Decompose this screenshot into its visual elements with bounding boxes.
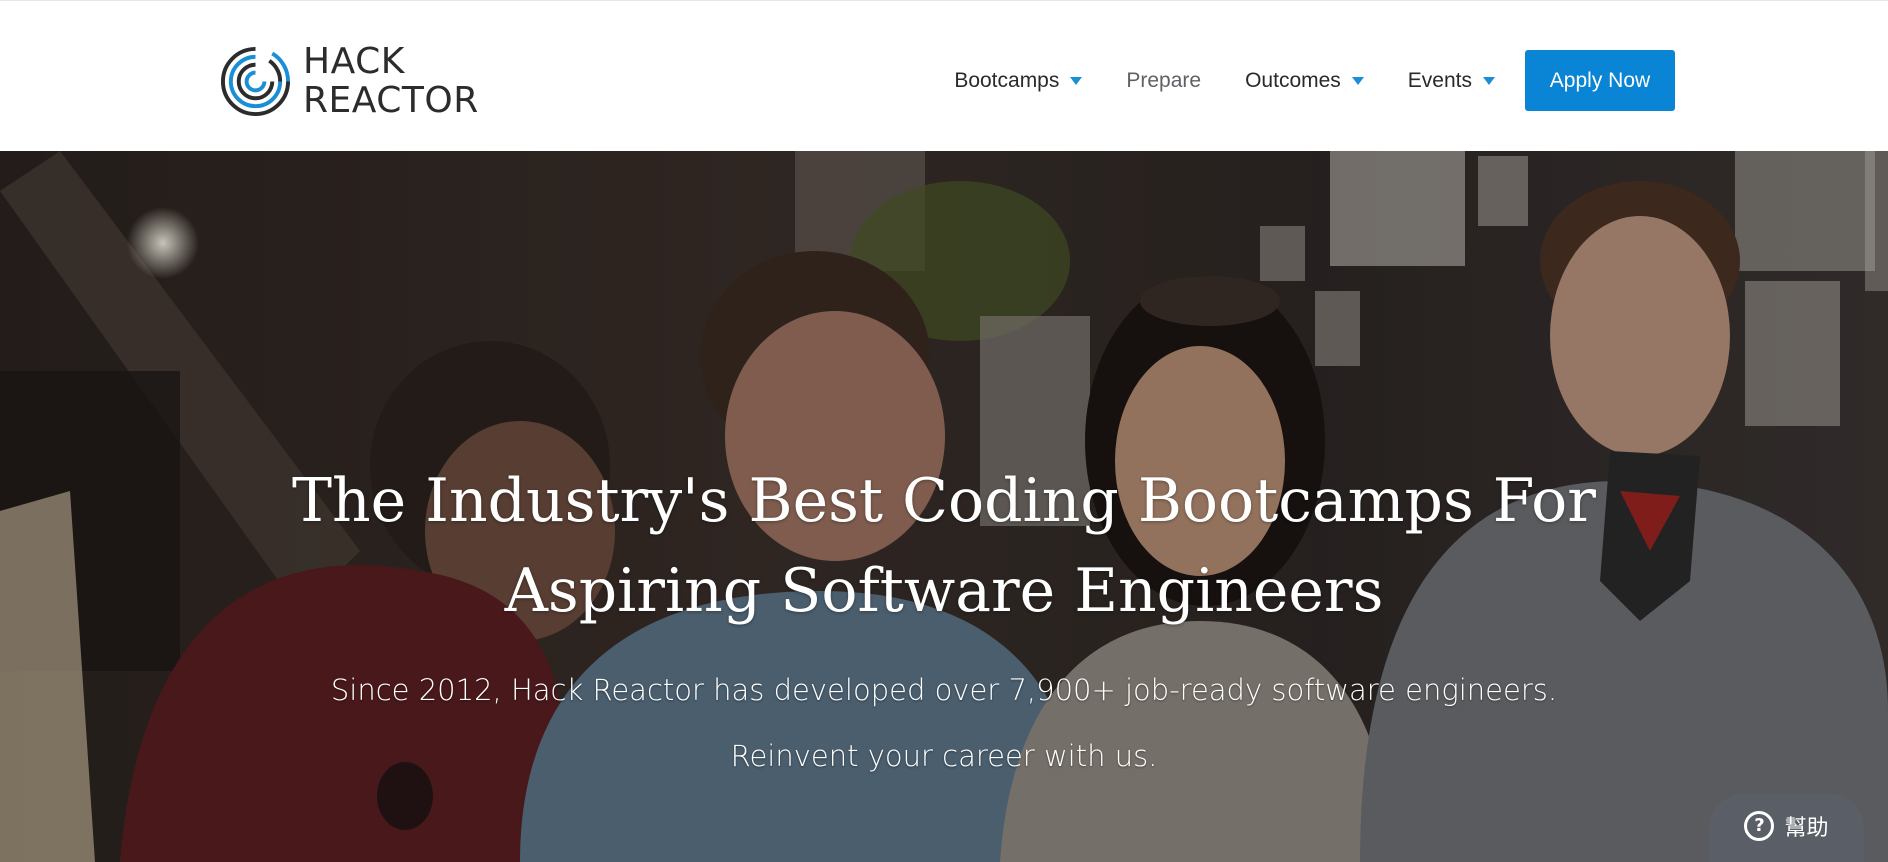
main-nav: Bootcamps Prepare Outcomes Events Apply …: [954, 50, 1675, 111]
hero-title-line2: Aspiring Software Engineers: [504, 556, 1384, 626]
hack-reactor-logo[interactable]: HACK REACTOR: [219, 42, 479, 120]
nav-item-label: Events: [1407, 68, 1472, 92]
nav-item-label: Prepare: [1126, 68, 1202, 92]
hero-section: The Industry's Best Coding Bootcamps For…: [0, 151, 1888, 862]
caret-down-icon: [1351, 76, 1364, 85]
logo-wordmark-line2: REACTOR: [303, 80, 479, 121]
site-header: HACK REACTOR Bootcamps Prepare Outcomes …: [0, 0, 1888, 151]
nav-item-prepare[interactable]: Prepare: [1126, 69, 1201, 93]
help-widget-button[interactable]: ? 幫助: [1709, 794, 1864, 862]
hero-title: The Industry's Best Coding Bootcamps For…: [0, 456, 1888, 636]
help-widget-label: 幫助: [1784, 816, 1829, 841]
question-circle-icon: ?: [1744, 811, 1775, 841]
concentric-c-logo-icon: [220, 46, 291, 116]
nav-item-label: Bootcamps: [954, 68, 1060, 92]
hero-subtitle-line2: Reinvent your career with us.: [730, 739, 1158, 773]
nav-item-label: Outcomes: [1245, 68, 1341, 92]
hero-title-line1: The Industry's Best Coding Bootcamps For: [292, 466, 1596, 536]
caret-down-icon: [1483, 76, 1495, 85]
caret-down-icon: [1070, 76, 1083, 85]
apply-now-button[interactable]: Apply Now: [1525, 50, 1675, 111]
logo-wordmark: HACK REACTOR: [303, 42, 479, 120]
hero-subtitle-line1: Since 2012, Hack Reactor has developed o…: [330, 673, 1558, 707]
nav-item-bootcamps[interactable]: Bootcamps: [954, 68, 1083, 93]
logo-wordmark-line1: HACK: [303, 41, 405, 82]
nav-item-outcomes[interactable]: Outcomes: [1245, 69, 1364, 93]
nav-item-events[interactable]: Events: [1408, 69, 1495, 93]
